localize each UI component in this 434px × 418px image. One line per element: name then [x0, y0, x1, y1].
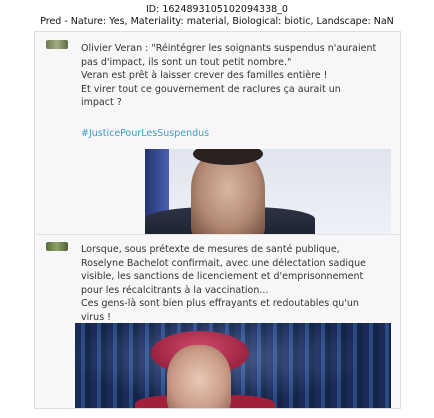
post-text: Olivier Veran : "Réintégrer les soignant…	[81, 43, 377, 108]
person-face	[167, 345, 231, 408]
hashtag-link[interactable]: #JusticePourLesSuspendus	[81, 128, 209, 139]
prediction-line: Pred - Nature: Yes, Materiality: materia…	[40, 16, 394, 27]
id-line: ID: 1624893105102094338_0	[146, 4, 288, 15]
post-text: Lorsque, sous prétexte de mesures de san…	[81, 244, 366, 323]
post-image[interactable]	[145, 149, 391, 234]
prediction-header: ID: 1624893105102094338_0 Pred - Nature:…	[0, 4, 434, 28]
avatar[interactable]	[46, 242, 68, 251]
avatar[interactable]	[46, 40, 68, 49]
post-image[interactable]	[75, 323, 391, 408]
screenshot-frame: Olivier Veran : "Réintégrer les soignant…	[34, 31, 401, 409]
post-card-1: Olivier Veran : "Réintégrer les soignant…	[35, 32, 400, 234]
post-card-2: Lorsque, sous prétexte de mesures de san…	[35, 235, 400, 408]
